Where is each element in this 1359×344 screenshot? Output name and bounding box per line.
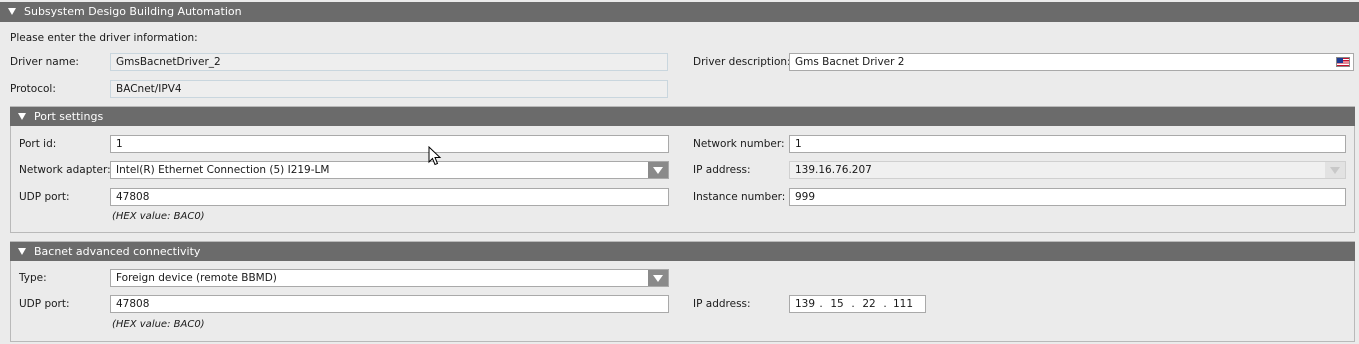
ip-address-label: IP address:: [693, 164, 751, 176]
driver-description-field[interactable]: Gms Bacnet Driver 2: [789, 53, 1354, 71]
network-adapter-dropdown[interactable]: Intel(R) Ethernet Connection (5) I219-LM: [110, 161, 669, 179]
collapse-triangle-icon[interactable]: [18, 112, 26, 120]
protocol-field[interactable]: BACnet/IPV4: [110, 80, 668, 98]
advanced-connectivity-title: Bacnet advanced connectivity: [34, 245, 201, 258]
chevron-down-icon: [1325, 162, 1345, 178]
advanced-ip-address-label: IP address:: [693, 298, 751, 310]
ip-octet-2[interactable]: 15: [824, 296, 850, 312]
ip-address-value: 139.16.76.207: [795, 164, 872, 176]
network-number-label: Network number:: [693, 138, 785, 150]
instance-number-label: Instance number:: [693, 191, 786, 203]
chevron-down-icon[interactable]: [648, 270, 668, 286]
chevron-down-icon[interactable]: [648, 162, 668, 178]
type-dropdown[interactable]: Foreign device (remote BBMD): [110, 269, 669, 287]
port-settings-header[interactable]: Port settings: [10, 107, 1355, 126]
network-number-field[interactable]: 1: [789, 135, 1346, 153]
ip-address-dropdown: 139.16.76.207: [789, 161, 1346, 179]
us-flag-icon[interactable]: [1336, 57, 1350, 67]
port-id-field[interactable]: 1: [110, 135, 669, 153]
advanced-connectivity-header[interactable]: Bacnet advanced connectivity: [10, 242, 1355, 261]
mouse-cursor-icon: [428, 146, 442, 166]
ip-octet-4[interactable]: 111: [888, 296, 918, 312]
network-adapter-label: Network adapter:: [19, 164, 111, 176]
advanced-udp-port-field[interactable]: 47808: [110, 295, 669, 313]
type-value: Foreign device (remote BBMD): [116, 272, 277, 284]
port-id-label: Port id:: [19, 138, 57, 150]
intro-text: Please enter the driver information:: [10, 32, 198, 44]
collapse-triangle-icon[interactable]: [8, 7, 16, 15]
port-settings-title: Port settings: [34, 110, 104, 123]
type-label: Type:: [19, 272, 47, 284]
subsystem-header[interactable]: Subsystem Desigo Building Automation: [0, 2, 1359, 22]
collapse-triangle-icon[interactable]: [18, 247, 26, 255]
protocol-label: Protocol:: [10, 83, 56, 95]
udp-port-label: UDP port:: [19, 191, 70, 203]
subsystem-title: Subsystem Desigo Building Automation: [24, 5, 242, 18]
network-adapter-value: Intel(R) Ethernet Connection (5) I219-LM: [116, 164, 330, 176]
advanced-udp-port-label: UDP port:: [19, 298, 70, 310]
udp-port-field[interactable]: 47808: [110, 188, 669, 206]
ip-octet-1[interactable]: 139: [792, 296, 818, 312]
ip-octet-3[interactable]: 22: [856, 296, 882, 312]
instance-number-field[interactable]: 999: [789, 188, 1346, 206]
advanced-ip-address-field[interactable]: 139. 15. 22. 111: [789, 295, 926, 313]
driver-name-label: Driver name:: [10, 56, 79, 68]
driver-name-field[interactable]: GmsBacnetDriver_2: [110, 53, 668, 71]
driver-description-value: Gms Bacnet Driver 2: [795, 56, 905, 68]
driver-description-label: Driver description:: [693, 56, 791, 68]
udp-port-hex-hint: (HEX value: BAC0): [112, 211, 205, 222]
advanced-udp-port-hex-hint: (HEX value: BAC0): [112, 319, 205, 330]
